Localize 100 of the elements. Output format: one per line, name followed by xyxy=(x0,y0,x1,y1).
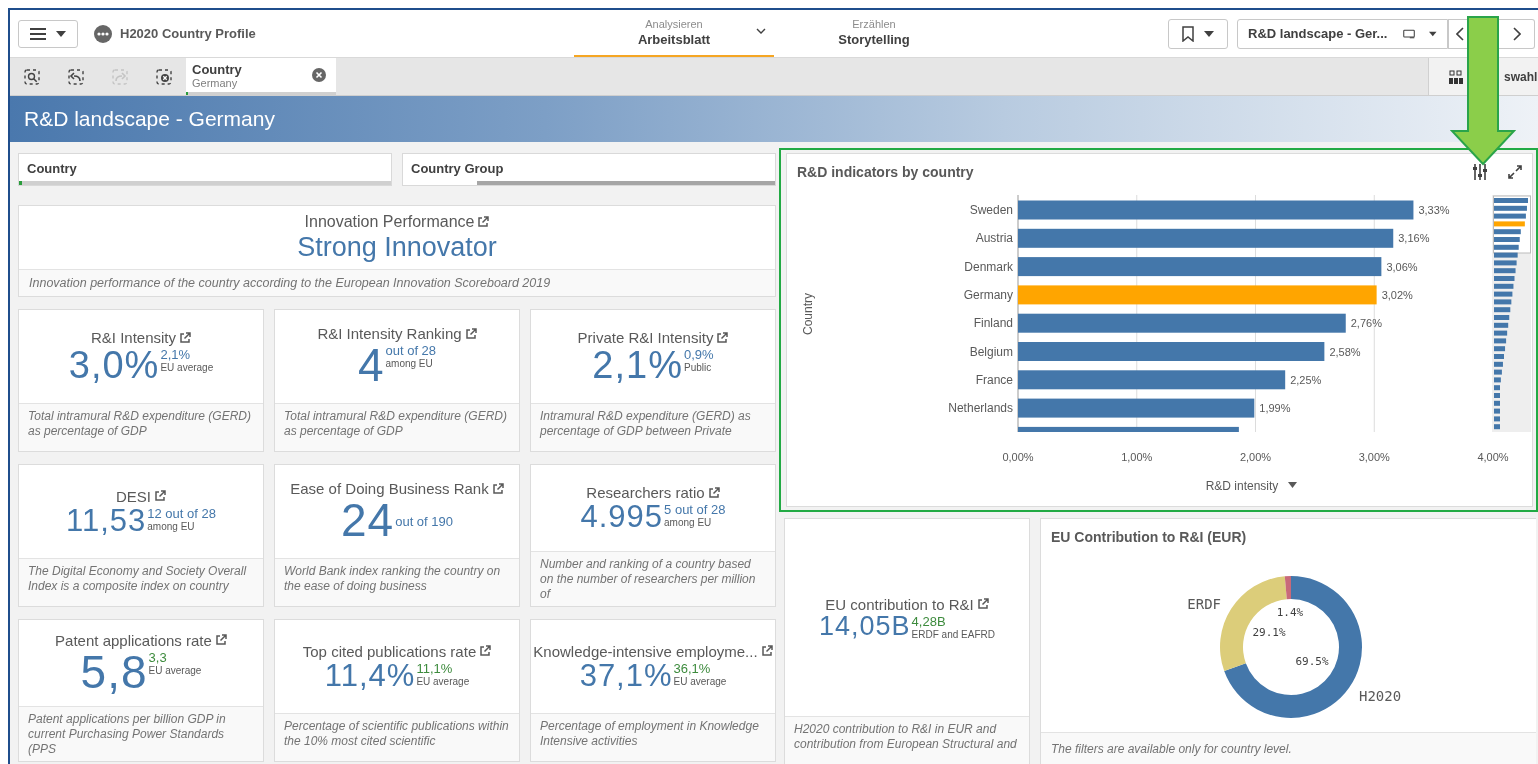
kpi-value: 24 xyxy=(341,497,395,543)
comparison-value: 36,1% xyxy=(673,661,712,675)
external-link-icon[interactable] xyxy=(479,645,492,657)
kpi-description: Intramural R&D expenditure (GERD) as percentage of GDP between Private xyxy=(531,403,775,451)
category-label: H2020 xyxy=(1359,688,1402,704)
sheet-selector[interactable]: R&D landscape - Ger... xyxy=(1237,18,1448,49)
category-label: ERDF xyxy=(1187,596,1221,612)
chart-title: R&D indicators by country xyxy=(797,164,975,180)
value-label: 2,25% xyxy=(1290,373,1322,386)
comparison-value: 12 out of 28 xyxy=(147,506,216,520)
kpi-value: 2,1% xyxy=(592,346,683,384)
category-label: Germany xyxy=(963,287,1013,302)
filter-pane[interactable]: Country xyxy=(18,153,392,186)
external-link-icon[interactable] xyxy=(464,327,477,340)
mode-tab[interactable]: Erzählen Storytelling xyxy=(774,10,974,57)
previous-button[interactable] xyxy=(1448,18,1466,49)
external-link-icon[interactable] xyxy=(214,634,227,646)
comparison-value: out of 190 xyxy=(395,514,453,528)
kpi-description: H2020 contribution to R&I in EUR and contribution from European Structural and xyxy=(785,716,1029,764)
bookmark-button[interactable] xyxy=(1168,18,1228,49)
kpi-description: Percentage of employment in Knowledge Intensive activities xyxy=(531,713,775,761)
comparison-value: 11,1% xyxy=(416,661,454,675)
value-label: 2,76% xyxy=(1350,317,1382,330)
bookmark-icon xyxy=(1182,25,1194,42)
kpi-value: 11,53 xyxy=(66,504,147,536)
external-link-icon[interactable] xyxy=(976,598,989,610)
caret-icon xyxy=(56,30,66,37)
selection-chip[interactable]: Country Germany xyxy=(186,58,336,95)
category-label: Sweden xyxy=(969,203,1013,217)
axis-title[interactable]: R&D intensity xyxy=(1205,479,1279,493)
value-label: 3,16% xyxy=(1398,232,1430,245)
kpi-description: Patent applications per billion GDP in current Purchasing Power Standards (PPS xyxy=(19,706,263,761)
kpi-value: 4.995 xyxy=(580,501,664,532)
kpi-value: 37,1% xyxy=(579,659,673,691)
chart-scrollbar[interactable] xyxy=(1493,195,1531,432)
tick-label: 4,00% xyxy=(1477,451,1509,463)
category-label: Denmark xyxy=(964,259,1013,274)
kpi-title: Patent applications rate xyxy=(55,631,212,649)
value-label: 1.4% xyxy=(1276,606,1304,619)
grid-icon xyxy=(1449,69,1463,84)
caret-icon xyxy=(1204,30,1214,37)
comparison-value: 0,9% xyxy=(684,348,714,361)
kpi-value: 11,4% xyxy=(324,659,416,691)
clear-icon[interactable] xyxy=(312,68,326,82)
comparison-value: 4,28B xyxy=(911,614,947,628)
kpi-description: The Digital Economy and Society Overall Index is a composite index on country xyxy=(19,558,263,606)
kpi-title: R&I Intensity Ranking xyxy=(317,325,462,342)
tick-label: 0,00% xyxy=(1002,451,1034,463)
menu-icon xyxy=(30,27,46,40)
value-label: 3,02% xyxy=(1381,288,1413,301)
chart-description: The filters are available only for country level. xyxy=(1041,732,1536,764)
filter-pane[interactable]: Country Group xyxy=(402,153,776,186)
kpi-description: Percentage of scientific publications within the 10% most cited scientific xyxy=(275,713,519,761)
external-link-icon[interactable] xyxy=(154,490,166,502)
external-link-icon[interactable] xyxy=(491,482,504,495)
external-link-icon[interactable] xyxy=(707,486,720,499)
kpi-description: Number and ranking of a country based on the number of researchers per million of xyxy=(531,551,775,606)
expand-icon[interactable] xyxy=(1508,165,1522,179)
kpi-description: World Bank index ranking the country on the ease of doing business xyxy=(275,558,519,606)
comparison-label: among EU xyxy=(147,521,196,532)
external-link-icon[interactable] xyxy=(179,331,191,344)
kpi-description: Innovation performance of the country according to the European Innovation Scoreboard 2019 xyxy=(19,269,775,296)
clear-selections-icon[interactable] xyxy=(156,68,172,85)
sliders-icon[interactable] xyxy=(1472,163,1488,181)
tablet-icon xyxy=(1403,27,1416,40)
step-back-icon[interactable] xyxy=(68,68,84,85)
kpi-value: 4 xyxy=(357,342,385,388)
chart-title: EU Contribution to R&I (EUR) xyxy=(1050,528,1248,547)
chevron-left-icon xyxy=(1456,26,1464,41)
kpi-value: Strong Innovator xyxy=(297,231,497,263)
smart-search-icon[interactable] xyxy=(24,68,40,85)
value-label: 3,33% xyxy=(1418,204,1450,216)
sheet-title: R&D landscape - Germany xyxy=(24,107,275,131)
chevron-right-icon xyxy=(1513,26,1521,41)
next-button[interactable] xyxy=(1500,18,1535,49)
comparison-value: 5 out of 28 xyxy=(664,503,726,516)
kpi-title: DESI xyxy=(116,487,151,505)
app-title: H2020 Country Profile xyxy=(120,26,256,41)
kpi-title: Knowledge-intensive employme... xyxy=(533,642,758,660)
chevron-down-icon xyxy=(756,28,766,34)
external-link-icon[interactable] xyxy=(716,331,729,344)
category-label: Finland xyxy=(973,316,1013,331)
external-link-icon[interactable] xyxy=(477,215,490,228)
kpi-title: Ease of Doing Business Rank xyxy=(290,480,489,497)
external-link-icon[interactable] xyxy=(760,645,773,657)
comparison-label: EU average xyxy=(673,676,727,687)
comparison-label: EU average xyxy=(160,363,214,373)
value-label: 1,99% xyxy=(1259,402,1291,415)
menu-button[interactable] xyxy=(18,19,78,48)
category-label: France xyxy=(975,372,1013,387)
caret-icon[interactable] xyxy=(1288,482,1297,488)
kpi-value: 3,0% xyxy=(68,346,160,384)
comparison-label: ERDF and EAFRD xyxy=(911,629,995,640)
kpi-title: Top cited publications rate xyxy=(302,642,477,660)
selection-field: Country xyxy=(192,61,312,77)
comparison-label: among EU xyxy=(664,518,713,528)
kpi-title: EU contribution to R&I xyxy=(825,595,974,613)
comparison-label: EU average xyxy=(416,676,470,687)
category-label: Netherlands xyxy=(948,401,1013,416)
value-label: 3,06% xyxy=(1386,260,1418,273)
